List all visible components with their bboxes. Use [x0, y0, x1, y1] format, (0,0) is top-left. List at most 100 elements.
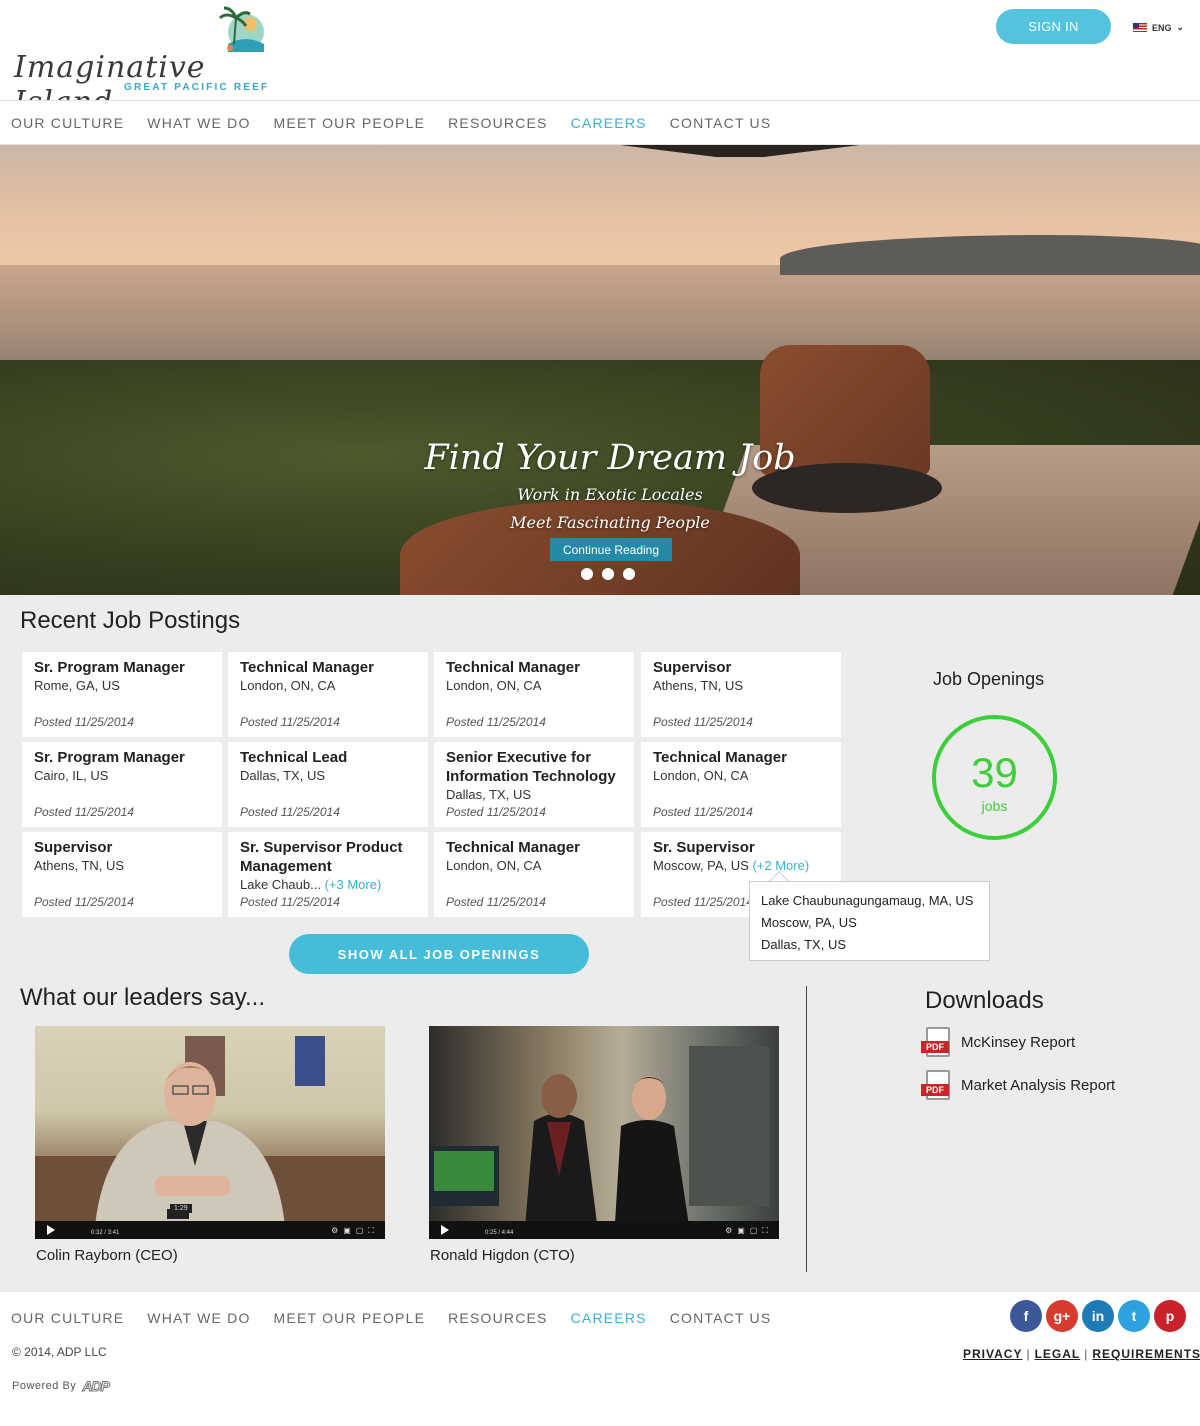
locations-tooltip: Lake Chaubunagungamaug, MA, US Moscow, PA… [749, 881, 990, 961]
job-title[interactable]: Technical Lead [240, 748, 416, 767]
play-icon[interactable] [441, 1225, 449, 1235]
video-caption-cto: Ronald Higdon (CTO) [430, 1247, 575, 1264]
nav-item-meet-our-people[interactable]: MEET OUR PEOPLE [274, 115, 426, 131]
job-card[interactable]: Sr. Program Manager Cairo, IL, US Posted … [22, 742, 222, 827]
social-links: f g+ in t p [1010, 1300, 1186, 1332]
job-posted-date: Posted 11/25/2014 [240, 895, 340, 909]
job-posted-date: Posted 11/25/2014 [240, 805, 340, 819]
job-title[interactable]: Sr. Program Manager [34, 748, 210, 767]
slide-dot[interactable] [602, 568, 614, 580]
more-locations-link[interactable]: (+2 More) [752, 858, 809, 873]
show-all-jobs-button[interactable]: SHOW ALL JOB OPENINGS [289, 934, 589, 974]
job-card[interactable]: Technical Manager London, ON, CA Posted 1… [434, 832, 634, 917]
job-card[interactable]: Technical Manager London, ON, CA Posted 1… [434, 652, 634, 737]
legal-link[interactable]: LEGAL [1035, 1347, 1081, 1361]
footer-nav-item-contact-us[interactable]: CONTACT US [670, 1310, 772, 1326]
download-market-analysis[interactable]: PDF Market Analysis Report [921, 1070, 1115, 1100]
job-title[interactable]: Sr. Program Manager [34, 658, 210, 677]
requirements-link[interactable]: REQUIREMENTS [1092, 1347, 1200, 1361]
footer-nav-item-resources[interactable]: RESOURCES [448, 1310, 547, 1326]
sign-in-button[interactable]: SIGN IN [996, 9, 1111, 44]
video-hover-time: 1:29 [170, 1204, 192, 1213]
job-title[interactable]: Technical Manager [653, 748, 829, 767]
job-card[interactable]: Technical Manager London, ON, CA Posted 1… [641, 742, 841, 827]
footer-nav-item-our-culture[interactable]: OUR CULTURE [11, 1310, 124, 1326]
facebook-icon[interactable]: f [1010, 1300, 1042, 1332]
google-plus-icon[interactable]: g+ [1046, 1300, 1078, 1332]
job-title[interactable]: Technical Manager [446, 838, 622, 857]
nav-item-careers[interactable]: CAREERS [571, 115, 647, 131]
continue-reading-button[interactable]: Continue Reading [550, 538, 672, 561]
job-location: Cairo, IL, US [34, 768, 109, 783]
hero-awning [620, 145, 860, 157]
job-title[interactable]: Senior Executive for Information Technol… [446, 748, 622, 786]
play-icon[interactable] [47, 1225, 55, 1235]
link-separator: | [1084, 1347, 1089, 1361]
job-posted-date: Posted 11/25/2014 [446, 805, 546, 819]
video-player-ceo[interactable]: 0:32 / 3:41 ⚙▣▢⛶ 1:29 [35, 1026, 385, 1239]
island-emblem-icon [218, 6, 264, 52]
nav-item-our-culture[interactable]: OUR CULTURE [11, 115, 124, 131]
privacy-link[interactable]: PRIVACY [963, 1347, 1022, 1361]
job-card[interactable]: Senior Executive for Information Technol… [434, 742, 634, 827]
job-openings-title: Job Openings [933, 669, 1045, 689]
job-title[interactable]: Supervisor [653, 658, 829, 677]
pdf-icon: PDF [921, 1027, 952, 1057]
job-title[interactable]: Technical Manager [446, 658, 622, 677]
hero-sea [0, 265, 1200, 375]
job-location: London, ON, CA [446, 678, 542, 693]
tooltip-location: Lake Chaubunagungamaug, MA, US [761, 893, 974, 908]
video-control-icons[interactable]: ⚙▣▢⛶ [725, 1226, 773, 1236]
link-separator: | [1026, 1347, 1031, 1361]
job-title[interactable]: Sr. Supervisor [653, 838, 829, 857]
more-locations-link[interactable]: (+3 More) [325, 877, 382, 892]
job-title[interactable]: Sr. Supervisor Product Management [240, 838, 416, 876]
job-posted-date: Posted 11/25/2014 [653, 805, 753, 819]
nav-item-resources[interactable]: RESOURCES [448, 115, 547, 131]
job-posted-date: Posted 11/25/2014 [653, 895, 753, 909]
linkedin-icon[interactable]: in [1082, 1300, 1114, 1332]
language-selector[interactable]: ENG ⌄ [1133, 22, 1184, 33]
footer-nav-item-careers[interactable]: CAREERS [571, 1310, 647, 1326]
nav-item-what-we-do[interactable]: WHAT WE DO [147, 115, 250, 131]
job-card[interactable]: Supervisor Athens, TN, US Posted 11/25/20… [641, 652, 841, 737]
video-player-cto[interactable]: 0:25 / 4:44 ⚙▣▢⛶ [429, 1026, 779, 1239]
job-card[interactable]: Sr. Supervisor Product Management Lake Ch… [228, 832, 428, 917]
job-title[interactable]: Supervisor [34, 838, 210, 857]
job-card[interactable]: Technical Manager London, ON, CA Posted 1… [228, 652, 428, 737]
job-card[interactable]: Technical Lead Dallas, TX, US Posted 11/2… [228, 742, 428, 827]
language-label: ENG [1152, 22, 1172, 33]
job-card[interactable]: Supervisor Athens, TN, US Posted 11/25/20… [22, 832, 222, 917]
hero-subtitle-1: Work in Exotic Locales [517, 485, 703, 504]
slide-dot[interactable] [623, 568, 635, 580]
video-control-icons[interactable]: ⚙▣▢⛶ [331, 1226, 379, 1236]
video-controls: 0:32 / 3:41 ⚙▣▢⛶ [35, 1221, 385, 1239]
job-location: Athens, TN, US [653, 678, 744, 693]
hero-banner: Find Your Dream Job Work in Exotic Local… [0, 145, 1200, 595]
site-logo[interactable]: Imaginative Island GREAT PACIFIC REEF [12, 4, 272, 120]
job-location: London, ON, CA [446, 858, 542, 873]
chevron-down-icon: ⌄ [1176, 22, 1185, 32]
job-posted-date: Posted 11/25/2014 [240, 715, 340, 729]
job-title[interactable]: Technical Manager [240, 658, 416, 677]
job-posted-date: Posted 11/25/2014 [34, 715, 134, 729]
job-posted-date: Posted 11/25/2014 [34, 895, 134, 909]
slide-dot[interactable] [581, 568, 593, 580]
job-location: London, ON, CA [240, 678, 336, 693]
job-posted-date: Posted 11/25/2014 [34, 805, 134, 819]
pinterest-icon[interactable]: p [1154, 1300, 1186, 1332]
download-label: McKinsey Report [961, 1033, 1076, 1051]
job-card[interactable]: Sr. Program Manager Rome, GA, US Posted 1… [22, 652, 222, 737]
adp-logo[interactable]: ADP [82, 1378, 111, 1395]
download-mckinsey[interactable]: PDF McKinsey Report [921, 1027, 1075, 1057]
leaders-title: What our leaders say... [20, 984, 265, 1011]
job-count-unit: jobs [981, 798, 1008, 814]
cto-figures [429, 1046, 769, 1239]
twitter-icon[interactable]: t [1118, 1300, 1150, 1332]
footer-nav-item-what-we-do[interactable]: WHAT WE DO [147, 1310, 250, 1326]
video-time: 0:25 / 4:44 [485, 1230, 514, 1236]
nav-item-contact-us[interactable]: CONTACT US [670, 115, 772, 131]
job-location: Dallas, TX, US [446, 787, 532, 802]
job-location: Moscow, PA, US (+2 More) [653, 858, 810, 873]
footer-nav-item-meet-our-people[interactable]: MEET OUR PEOPLE [274, 1310, 426, 1326]
